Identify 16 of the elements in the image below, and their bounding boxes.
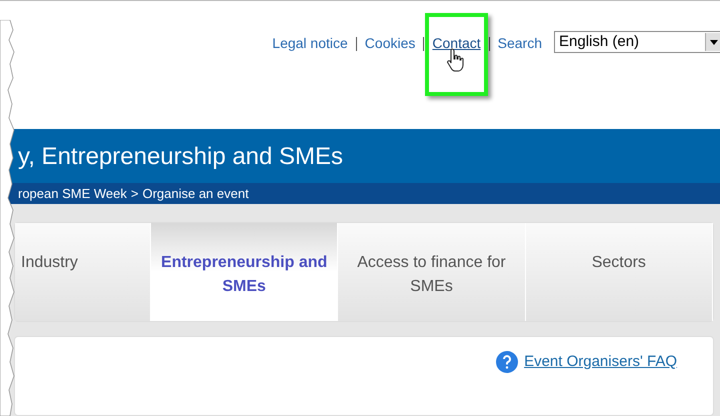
nav-tab[interactable]: Industry — [15, 223, 151, 321]
breadcrumb-separator: > — [130, 184, 138, 203]
top-link[interactable]: Contact — [432, 35, 481, 51]
faq-link[interactable]: Event Organisers' FAQ — [524, 351, 677, 374]
help-icon — [496, 351, 518, 373]
nav-tab[interactable]: Access to finance for SMEs — [338, 223, 526, 321]
nav-tab[interactable]: Entrepreneurship and SMEs — [151, 223, 338, 321]
top-link[interactable]: Search — [498, 35, 542, 51]
site-title: y, Entrepreneurship and SMEs — [18, 142, 344, 172]
hand-cursor-icon — [446, 47, 466, 73]
top-link[interactable]: Legal notice — [272, 35, 348, 51]
breadcrumb-link[interactable]: Organise an event — [142, 184, 249, 204]
language-select[interactable]: English (en) — [554, 31, 720, 53]
nav-tab[interactable]: Sectors — [526, 223, 713, 321]
top-link[interactable]: Cookies — [364, 35, 416, 51]
breadcrumb-link[interactable]: ropean SME Week — [18, 184, 127, 204]
